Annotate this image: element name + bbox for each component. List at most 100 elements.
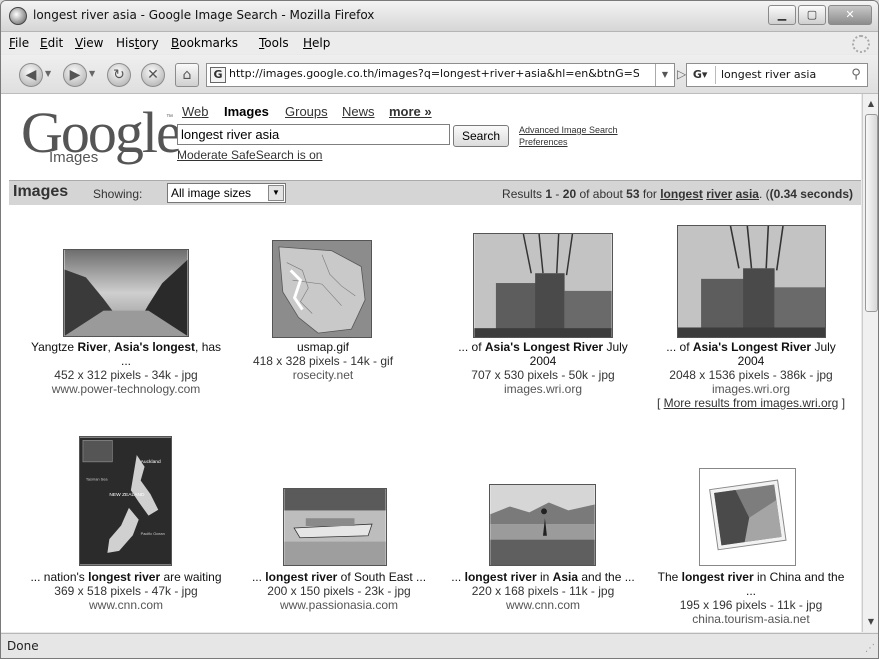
result-meta: 220 x 168 pixels - 11k - jpg xyxy=(471,584,615,598)
result-caption: The longest river in China and the xyxy=(657,570,845,584)
back-icon[interactable]: ◀ xyxy=(19,63,43,87)
map-label-tasman-sea: Tasman Sea xyxy=(86,476,109,481)
result-thumbnail-dam-construction[interactable] xyxy=(473,233,613,338)
range-sep: - xyxy=(552,187,563,201)
menu-tools[interactable]: Tools xyxy=(259,36,289,50)
page-content: Google ™ Images Web Images Groups News m… xyxy=(1,94,861,632)
search-bar-text[interactable]: longest river asia xyxy=(721,68,816,81)
search-bar[interactable]: G▾ longest river asia ⚲ xyxy=(686,63,868,87)
more-results-text[interactable]: More results from images.wri.org xyxy=(664,396,839,410)
logo-word: Google xyxy=(21,100,182,165)
result-caption: Yangtze River, Asia's longest, has xyxy=(30,340,222,354)
menu-edit[interactable]: Edit xyxy=(40,36,63,50)
tab-web[interactable]: Web xyxy=(182,104,209,119)
map-label-new-zealand: NEW ZEALAND xyxy=(109,492,145,498)
result-site: www.passionasia.com xyxy=(279,598,399,612)
close-button[interactable]: ✕ xyxy=(828,5,872,25)
trademark-mark: ™ xyxy=(166,114,173,121)
result-caption: ... longest river of South East ... xyxy=(251,570,427,584)
result-caption: ... longest river in Asia and the ... xyxy=(451,570,635,584)
menu-help[interactable]: Help xyxy=(303,36,330,50)
query-term-link[interactable]: asia xyxy=(736,187,759,201)
result-thumbnail-river-boat[interactable] xyxy=(283,488,387,566)
more-results-link[interactable]: [ More results from images.wri.org ] xyxy=(641,396,861,410)
result-thumbnail-dam-construction-large[interactable] xyxy=(677,225,826,338)
dropdown-arrow-icon[interactable]: ▼ xyxy=(268,185,284,201)
query-input[interactable]: longest river asia xyxy=(177,124,450,145)
result-caption: ... of Asia's Longest River July xyxy=(458,340,628,354)
result-meta: 707 x 530 pixels - 50k - jpg xyxy=(471,368,615,382)
image-size-value: All image sizes xyxy=(171,186,252,200)
range-end: 20 xyxy=(562,187,577,201)
result-item: Yangtze River, Asia's longest, has ... 4… xyxy=(16,340,236,396)
for-text: for xyxy=(639,187,661,201)
home-icon[interactable]: ⌂ xyxy=(175,63,199,87)
result-meta: 2048 x 1536 pixels - 386k - jpg xyxy=(669,368,833,382)
result-meta: 418 x 328 pixels - 14k - gif xyxy=(252,354,394,368)
result-site: www.cnn.com xyxy=(505,598,581,612)
map-label-pacific-ocean: Pacific Ocean xyxy=(141,531,165,536)
search-time: (0.34 seconds) xyxy=(769,187,853,201)
result-caption: ... of Asia's Longest River July xyxy=(666,340,836,354)
result-site: images.wri.org xyxy=(503,382,583,396)
scroll-up-icon[interactable]: ▲ xyxy=(863,96,878,112)
menu-history[interactable]: History xyxy=(116,36,159,50)
minimize-button[interactable]: ▁ xyxy=(768,5,796,25)
back-history-dropdown-icon[interactable]: ▼ xyxy=(45,69,51,78)
preferences-link[interactable]: Preferences xyxy=(519,137,568,147)
result-caption-cont: ... xyxy=(120,354,131,368)
result-thumbnail-us-map[interactable] xyxy=(272,240,372,338)
url-text[interactable]: http://images.google.co.th/images?q=long… xyxy=(229,67,639,80)
advanced-image-search-link[interactable]: Advanced Image Search xyxy=(519,125,618,135)
image-size-select[interactable]: All image sizes ▼ xyxy=(167,183,286,203)
result-site: china.tourism-asia.net xyxy=(692,612,810,626)
tab-more[interactable]: more » xyxy=(389,104,432,119)
result-item: ... longest river of South East ... 200 … xyxy=(229,570,449,612)
logo-subtitle: Images xyxy=(49,149,99,166)
resize-grip-icon[interactable]: ⋰ xyxy=(865,643,875,654)
result-thumbnail-new-zealand-map[interactable]: Auckland NEW ZEALAND Tasman Sea Pacific … xyxy=(79,436,172,566)
navigation-toolbar: ◀ ▼ ▶ ▼ ↻ ✕ ⌂ G http://images.google.co.… xyxy=(1,55,878,94)
query-term-link[interactable]: longest xyxy=(660,187,703,201)
results-stats-bar: Images Showing: All image sizes ▼ Result… xyxy=(9,180,861,205)
url-history-dropdown-icon[interactable]: ▼ xyxy=(655,64,674,86)
result-site: images.wri.org xyxy=(711,382,791,396)
google-favicon-icon: G xyxy=(210,67,226,83)
address-bar[interactable]: G http://images.google.co.th/images?q=lo… xyxy=(206,63,675,87)
query-term-link[interactable]: river xyxy=(706,187,732,201)
search-button[interactable]: Search xyxy=(453,125,509,147)
scrollbar-thumb[interactable] xyxy=(865,114,878,312)
go-arrow-icon[interactable]: ▷ xyxy=(677,67,686,81)
forward-history-dropdown-icon[interactable]: ▼ xyxy=(89,69,95,78)
forward-icon[interactable]: ▶ xyxy=(63,63,87,87)
result-thumbnail-river-gorge[interactable] xyxy=(63,249,189,337)
maximize-button[interactable]: ▢ xyxy=(798,5,826,25)
reload-icon[interactable]: ↻ xyxy=(107,63,131,87)
result-site: www.cnn.com xyxy=(88,598,164,612)
menu-file[interactable]: File xyxy=(9,36,29,50)
scroll-down-icon[interactable]: ▼ xyxy=(863,614,878,630)
google-images-logo[interactable]: Google ™ Images xyxy=(21,104,182,174)
vertical-scrollbar[interactable]: ▲ ▼ xyxy=(862,94,878,632)
showing-label: Showing: xyxy=(93,187,143,201)
results-total: 53 xyxy=(626,187,640,201)
safesearch-link[interactable]: Moderate SafeSearch is on xyxy=(177,148,322,162)
firefox-logo-icon xyxy=(9,7,27,25)
result-thumbnail-china-river-postcard[interactable] xyxy=(699,468,796,566)
result-thumbnail-person-at-lake[interactable] xyxy=(489,484,596,566)
stop-icon[interactable]: ✕ xyxy=(141,63,165,87)
activity-throbber-icon xyxy=(852,35,870,53)
menu-bookmarks[interactable]: Bookmarks xyxy=(171,36,238,50)
search-engine-google-icon[interactable]: G▾ xyxy=(689,66,716,84)
tab-groups[interactable]: Groups xyxy=(285,104,328,119)
status-bar: Done ⋰ xyxy=(1,633,878,658)
magnifier-icon[interactable]: ⚲ xyxy=(847,66,865,84)
about-text: of about xyxy=(576,187,627,201)
tab-news[interactable]: News xyxy=(342,104,375,119)
result-caption-cont: 2004 xyxy=(529,354,557,368)
menu-view[interactable]: View xyxy=(75,36,103,50)
result-meta: 200 x 150 pixels - 23k - jpg xyxy=(267,584,411,598)
result-caption: usmap.gif xyxy=(296,340,350,354)
stats-title: Images xyxy=(13,183,69,200)
window-title: longest river asia - Google Image Search… xyxy=(33,8,375,22)
